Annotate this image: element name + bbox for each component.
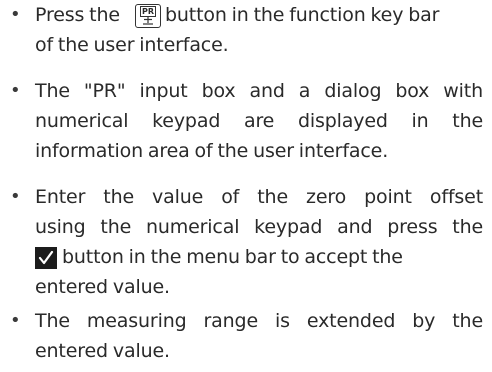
- text-line: button in the function key bar: [165, 0, 439, 30]
- text-line: entered value.: [35, 340, 170, 362]
- text-segment: numerical keypad are displayed in the: [35, 110, 483, 132]
- text-line: information area of the user interface.: [35, 140, 389, 162]
- text-line: entered value.: [35, 276, 170, 298]
- text-segment: Enter the value of the zero point offset: [35, 186, 483, 208]
- bullet: •: [10, 310, 21, 331]
- bullet: •: [10, 186, 21, 207]
- text-segment: button in the function key bar: [165, 4, 440, 26]
- text-segment: The "PR" input box and a dialog box with: [35, 80, 483, 102]
- text-line: Press the: [35, 0, 120, 30]
- text-segment: button in the menu bar to accept the: [62, 246, 403, 268]
- text-segment: Press the: [35, 4, 120, 26]
- text-segment: The measuring range is extended by the: [35, 310, 483, 332]
- text-line: numerical keypad are displayed in the: [35, 106, 483, 136]
- text-line: Enter the value of the zero point offset: [35, 182, 483, 212]
- pr-key-icon: PR: [135, 4, 161, 28]
- text-line: The "PR" input box and a dialog box with: [35, 76, 483, 106]
- bullet: •: [10, 80, 21, 101]
- text-line: of the user interface.: [35, 34, 229, 56]
- text-line: using the numerical keypad and press the: [35, 212, 483, 242]
- text-line: button in the menu bar to accept the: [62, 242, 403, 272]
- text-segment: using the numerical keypad and press the: [35, 216, 483, 238]
- checkmark-key-icon: [35, 247, 57, 269]
- bullet: •: [10, 4, 21, 25]
- text-line: The measuring range is extended by the: [35, 306, 483, 336]
